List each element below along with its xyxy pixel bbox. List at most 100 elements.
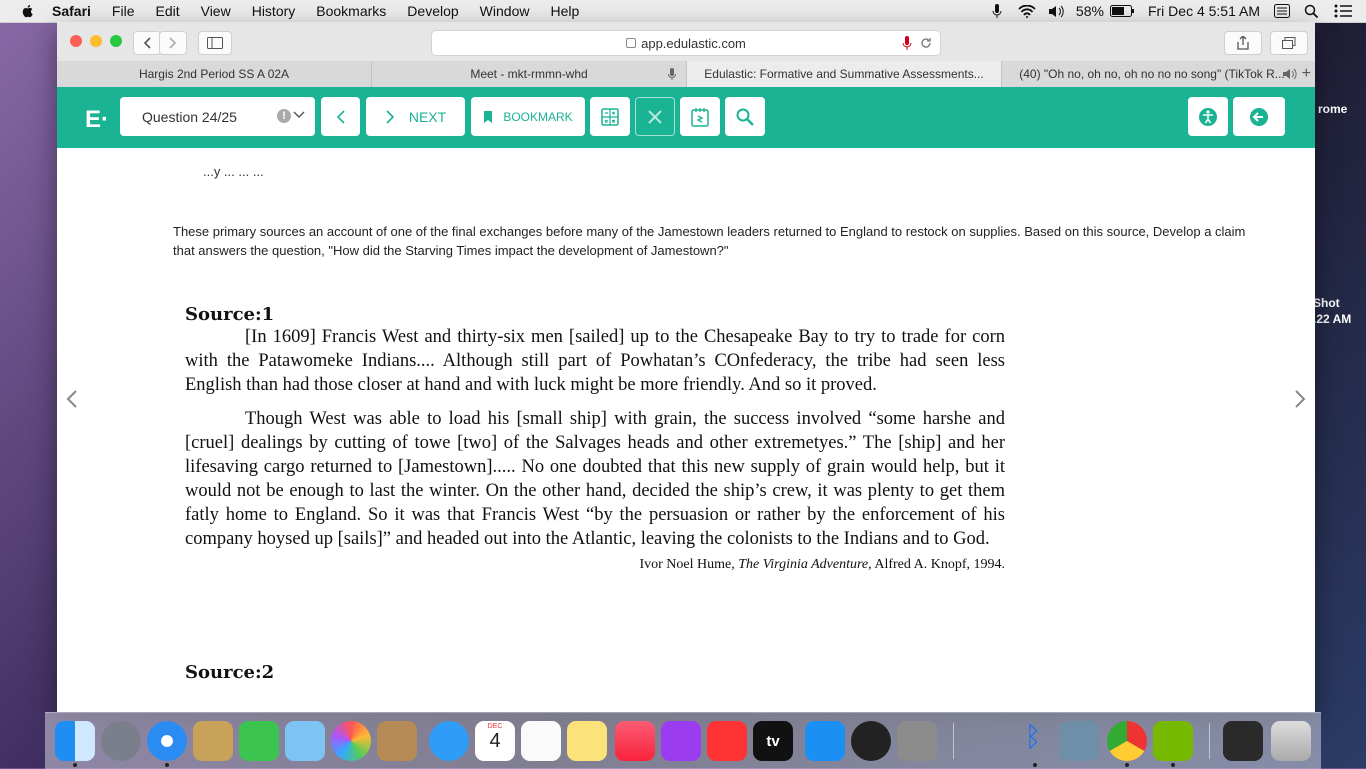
tab-label: Meet - mkt-rmmn-whd	[470, 67, 588, 81]
menu-develop[interactable]: Develop	[407, 3, 458, 19]
notification-center-icon[interactable]	[1334, 4, 1352, 18]
contacts-icon[interactable]	[377, 721, 417, 761]
clipped-text-line: ...y ... ... ...	[203, 168, 264, 179]
running-indicator	[1125, 763, 1129, 767]
menu-history[interactable]: History	[252, 3, 296, 19]
show-all-tabs-button[interactable]	[1270, 31, 1308, 55]
safari-icon[interactable]	[147, 721, 187, 761]
reload-icon[interactable]	[920, 37, 932, 49]
next-question-button[interactable]: NEXT	[366, 97, 465, 136]
microphone-icon[interactable]	[992, 4, 1002, 18]
chevron-right-icon	[169, 37, 177, 49]
tab-edulastic[interactable]: Edulastic: Formative and Summative Asses…	[687, 61, 1002, 87]
accessibility-button[interactable]	[1188, 97, 1228, 136]
question-selector[interactable]: Question 24/25 !	[120, 97, 315, 136]
trash-icon[interactable]	[1271, 721, 1311, 761]
notes-icon[interactable]	[567, 721, 607, 761]
previous-question-button[interactable]	[321, 97, 360, 136]
menu-file[interactable]: File	[112, 3, 135, 19]
calendar-icon[interactable]: DEC 4	[475, 721, 515, 761]
preview-icon[interactable]	[1059, 721, 1099, 761]
minimize-window-button[interactable]	[90, 35, 102, 47]
lock-icon	[626, 38, 637, 48]
speaker-icon[interactable]	[1282, 68, 1298, 80]
running-indicator	[1033, 763, 1037, 767]
close-icon	[648, 109, 662, 124]
microphone-icon[interactable]	[902, 36, 912, 50]
spotlight-search-icon[interactable]	[1304, 4, 1318, 18]
podcasts-icon[interactable]	[661, 721, 701, 761]
scratchpad-button[interactable]	[680, 97, 720, 136]
magnifier-button[interactable]	[725, 97, 765, 136]
wifi-icon[interactable]	[1018, 4, 1036, 18]
news-icon[interactable]	[707, 721, 747, 761]
menu-window[interactable]: Window	[480, 3, 530, 19]
calculator-button[interactable]	[590, 97, 630, 136]
mail-icon[interactable]	[193, 721, 233, 761]
launchpad-icon[interactable]	[101, 721, 141, 761]
chevron-left-icon	[143, 37, 151, 49]
next-page-arrow-icon[interactable]	[1294, 390, 1306, 408]
forward-button[interactable]	[159, 31, 187, 55]
question-content: ...y ... ... ... These primary sources a…	[87, 168, 1284, 692]
close-window-button[interactable]	[70, 35, 82, 47]
battery-icon[interactable]	[1109, 5, 1134, 17]
chevron-right-icon	[386, 109, 394, 124]
calendar-day: 4	[489, 730, 501, 752]
system-preferences-icon[interactable]	[897, 721, 937, 761]
tab-label: (40) "Oh no, oh no, oh no no no song" (T…	[1019, 67, 1285, 81]
reminders-icon[interactable]	[521, 721, 561, 761]
finder-icon[interactable]	[55, 721, 95, 761]
new-tab-button[interactable]: +	[1302, 65, 1311, 83]
keyboard-icon[interactable]	[1274, 4, 1290, 18]
app-store-icon[interactable]	[805, 721, 845, 761]
browser-window: app.edulastic.com Hargis 2nd Period SS A…	[57, 22, 1315, 712]
question-selector-label: Question 24/25	[142, 108, 237, 125]
chrome-icon[interactable]	[1107, 721, 1147, 761]
zoom-window-button[interactable]	[110, 35, 122, 47]
scratchpad-icon	[691, 107, 709, 127]
sidebar-toggle-button[interactable]	[198, 31, 232, 55]
bookmark-icon	[484, 110, 493, 123]
bluetooth-icon[interactable]: ᛒ	[1013, 721, 1053, 761]
apple-icon[interactable]	[20, 3, 36, 19]
dock: DEC 4 tv ᛒ	[45, 712, 1321, 769]
source-paragraph: [In 1609] Francis West and thirty-six me…	[185, 327, 1005, 395]
back-button[interactable]	[133, 31, 161, 55]
menu-edit[interactable]: Edit	[155, 3, 179, 19]
volume-icon[interactable]	[1048, 5, 1066, 18]
photos-icon[interactable]	[331, 721, 371, 761]
source-paragraph: Though West was able to load his [small …	[185, 409, 1005, 549]
menu-app-name[interactable]: Safari	[52, 3, 91, 19]
menu-bookmarks[interactable]: Bookmarks	[316, 3, 386, 19]
share-button[interactable]	[1224, 31, 1262, 55]
answer-eliminator-button[interactable]	[635, 97, 675, 136]
nvidia-icon[interactable]	[1153, 721, 1193, 761]
clock[interactable]: Fri Dec 4 5:51 AM	[1148, 3, 1260, 19]
menu-view[interactable]: View	[201, 3, 231, 19]
tab-label: Edulastic: Formative and Summative Asses…	[704, 67, 984, 81]
citation-author: Ivor Noel Hume,	[639, 557, 739, 572]
tab-tiktok[interactable]: (40) "Oh no, oh no, oh no no no song" (T…	[1002, 61, 1302, 87]
assessment-toolbar: E· Question 24/25 ! NEXT BOOKMARK	[57, 87, 1315, 148]
apple-tv-icon[interactable]: tv	[753, 721, 793, 761]
menu-help[interactable]: Help	[550, 3, 579, 19]
messages-icon[interactable]	[429, 721, 469, 761]
citation-publisher: , Alfred A. Knopf, 1994.	[868, 557, 1005, 572]
address-bar[interactable]: app.edulastic.com	[431, 30, 941, 56]
desktop-label: rome	[1318, 102, 1348, 116]
battery-percent: 58%	[1075, 3, 1104, 19]
edulastic-logo: E·	[85, 106, 109, 133]
source-citation: Ivor Noel Hume, The Virginia Adventure, …	[185, 557, 1005, 573]
music-icon[interactable]	[615, 721, 655, 761]
maps-icon[interactable]	[285, 721, 325, 761]
tab-meet[interactable]: Meet - mkt-rmmn-whd	[372, 61, 687, 87]
utility-icon[interactable]	[967, 721, 1007, 761]
exit-button[interactable]	[1233, 97, 1285, 136]
tab-hargis[interactable]: Hargis 2nd Period SS A 02A	[57, 61, 372, 87]
screenshot-folder-icon[interactable]	[1223, 721, 1263, 761]
previous-page-arrow-icon[interactable]	[66, 390, 78, 408]
bookmark-button[interactable]: BOOKMARK	[471, 97, 585, 136]
obs-icon[interactable]	[851, 721, 891, 761]
facetime-icon[interactable]	[239, 721, 279, 761]
